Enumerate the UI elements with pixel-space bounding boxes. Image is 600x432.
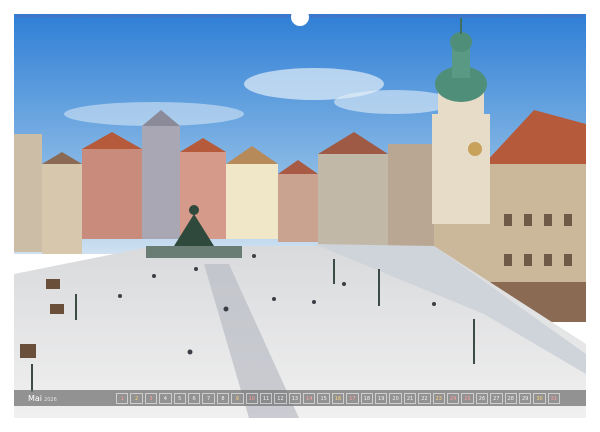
building-yellow xyxy=(226,164,278,239)
day-cell: 9 xyxy=(231,392,244,404)
day-cell: 10 xyxy=(245,392,258,404)
monument-figure xyxy=(189,205,199,215)
day-cell: 4 xyxy=(159,392,172,404)
day-cell: 18 xyxy=(360,392,374,404)
hanger-notch xyxy=(291,8,309,26)
day-cell: 21 xyxy=(403,392,417,404)
day-cell: 3 xyxy=(144,392,158,404)
day-cell: 29 xyxy=(518,392,532,404)
building xyxy=(278,174,318,242)
building-gothic xyxy=(142,126,180,239)
day-grid: 1 2 3 4 5 6 7 8 9 10 11 12 13 14 15 16 17 18 19 20 21 22 23 24 2… xyxy=(116,392,561,404)
building xyxy=(42,164,82,254)
calendar-strip: Mai 2026 1 2 3 4 5 6 7 8 9 10 11 12 13 14 15 16 17 18 19 20 2… xyxy=(14,390,586,406)
day-cell: 19 xyxy=(375,392,388,404)
building xyxy=(82,149,142,239)
town-square-photo xyxy=(14,14,586,418)
day-cell: 6 xyxy=(187,392,201,404)
day-cell: 24 xyxy=(446,392,460,404)
day-cell: 15 xyxy=(317,392,330,404)
day-cell: 28 xyxy=(504,392,517,404)
day-cell: 11 xyxy=(259,392,273,404)
tower-clock xyxy=(468,142,482,156)
building xyxy=(388,144,438,254)
cloud xyxy=(334,90,454,114)
day-cell: 13 xyxy=(288,392,302,404)
day-cell: 12 xyxy=(274,392,287,404)
day-cell: 30 xyxy=(533,392,546,404)
day-cell: 23 xyxy=(432,392,445,404)
day-cell: 14 xyxy=(303,392,316,404)
tower-cap xyxy=(450,32,472,52)
day-cell: 1 xyxy=(116,392,129,404)
day-cell: 7 xyxy=(202,392,215,404)
fountain-basin xyxy=(146,246,242,258)
day-cell: 5 xyxy=(173,392,186,404)
day-cell: 20 xyxy=(389,392,402,404)
day-cell: 17 xyxy=(346,392,359,404)
day-cell: 25 xyxy=(461,392,474,404)
tower-body xyxy=(432,114,490,224)
photo-illustration xyxy=(14,14,586,418)
day-cell: 22 xyxy=(418,392,431,404)
day-cell: 31 xyxy=(547,392,561,404)
day-cell: 26 xyxy=(475,392,489,404)
day-cell: 8 xyxy=(216,392,230,404)
month-year: 2026 xyxy=(44,396,57,403)
day-cell: 2 xyxy=(130,392,143,404)
month-label: Mai 2026 xyxy=(14,394,66,403)
day-cell: 16 xyxy=(331,392,345,404)
calendar-page: Mai 2026 1 2 3 4 5 6 7 8 9 10 11 12 13 14 15 16 17 18 19 20 2… xyxy=(0,0,600,432)
day-cell: 27 xyxy=(490,392,503,404)
building xyxy=(318,154,388,246)
month-name: Mai xyxy=(28,393,43,403)
building-left xyxy=(14,134,42,252)
